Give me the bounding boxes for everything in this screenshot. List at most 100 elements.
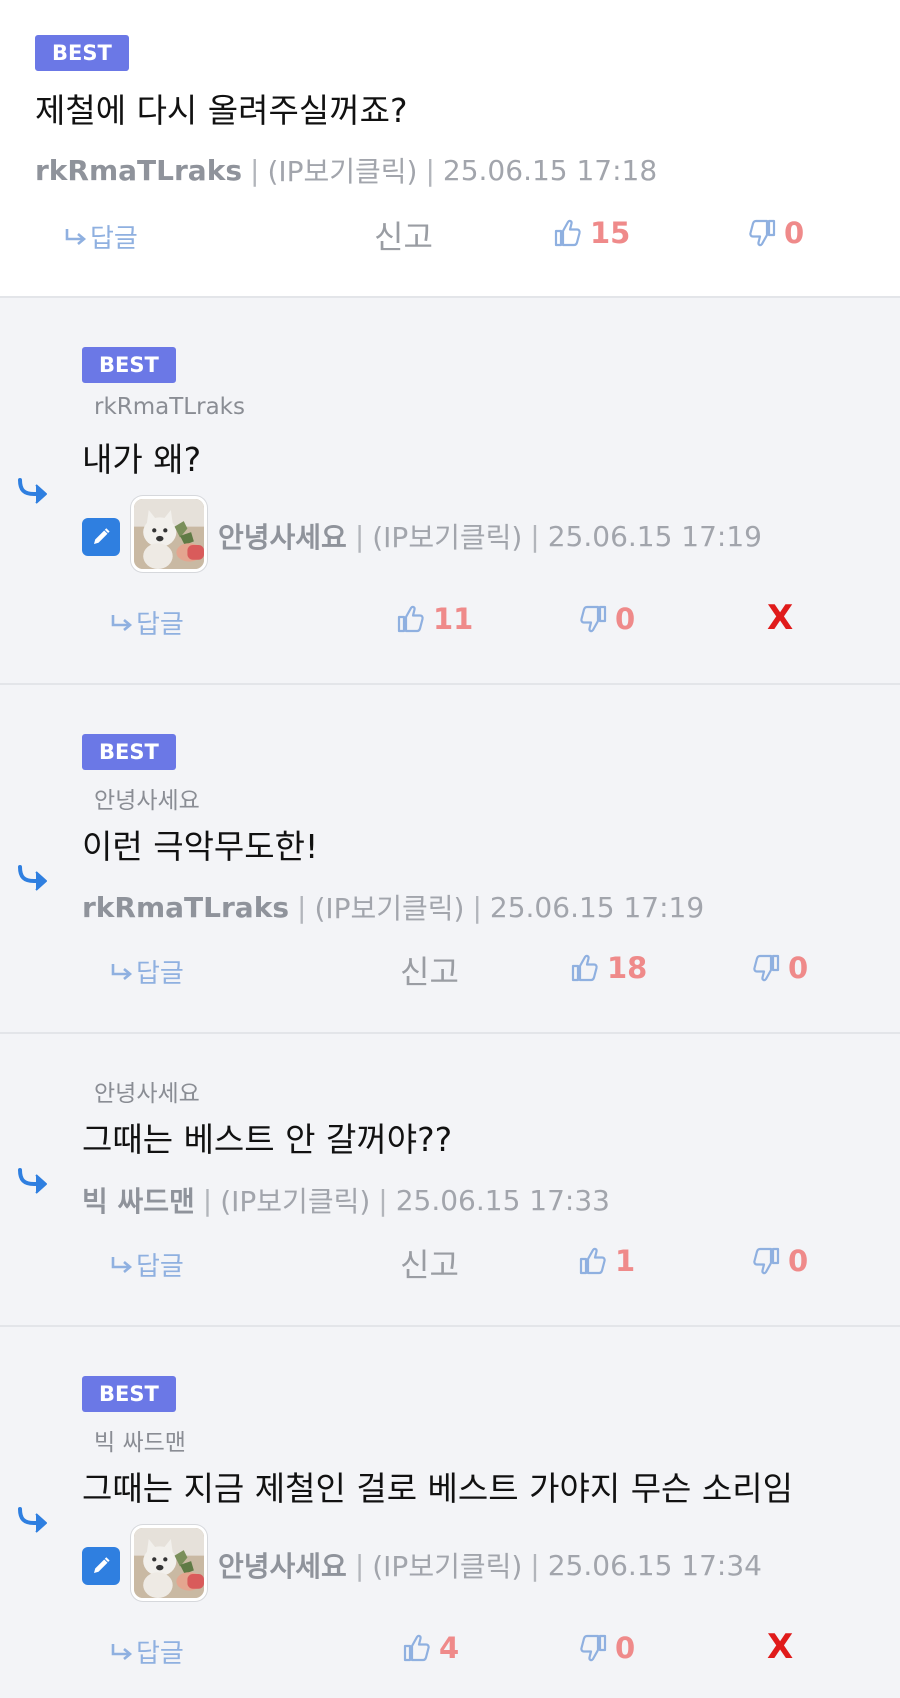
- comment-timestamp: 25.06.15 17:18: [442, 153, 658, 187]
- report-button[interactable]: 신고: [400, 947, 459, 993]
- downvote-count: 0: [615, 602, 636, 636]
- comment-meta: 안녕사세요 | (IP보기클릭) | 25.06.15 17:19: [218, 516, 762, 556]
- downvote-button[interactable]: 0: [750, 1244, 808, 1278]
- reply-indicator-icon: [16, 1166, 50, 1196]
- comment-author[interactable]: 안녕사세요: [218, 1545, 347, 1585]
- mention-target: 빅 싸드맨: [94, 1430, 186, 1456]
- reply-button-label: 답글: [136, 959, 184, 989]
- comment-meta: rkRmaTLraks | (IP보기클릭) | 25.06.15 17:19: [82, 887, 704, 927]
- mention-target: 안녕사세요: [94, 788, 200, 814]
- reply-button[interactable]: 답글: [64, 218, 138, 255]
- ip-view-link[interactable]: (IP보기클릭): [372, 1545, 522, 1585]
- comment-body: 내가 왜?: [82, 440, 202, 479]
- reply-button[interactable]: 답글: [110, 953, 184, 990]
- thumbs-down-icon: [746, 217, 778, 249]
- delete-button[interactable]: X: [767, 598, 793, 638]
- downvote-count: 0: [788, 951, 809, 985]
- reply-indicator-icon: [16, 1505, 50, 1535]
- cat-avatar[interactable]: [131, 1525, 207, 1601]
- reply-button[interactable]: 답글: [110, 604, 184, 641]
- meta-divider: |: [530, 1548, 540, 1582]
- mention-target: 안녕사세요: [94, 1081, 200, 1107]
- reply-arrow-icon: [64, 227, 88, 247]
- comment-meta: rkRmaTLraks | (IP보기클릭) | 25.06.15 17:18: [35, 150, 657, 190]
- reply-button[interactable]: 답글: [110, 1633, 184, 1670]
- thumbs-down-icon: [750, 952, 782, 984]
- comment-body: 그때는 베스트 안 갈꺼야??: [82, 1120, 453, 1159]
- comment-5: BEST 빅 싸드맨 그때는 지금 제철인 걸로 베스트 가야지 무슨 소리임 …: [0, 1327, 900, 1698]
- meta-divider: |: [297, 890, 307, 924]
- reply-indicator-icon: [16, 476, 50, 506]
- meta-divider: |: [250, 153, 260, 187]
- comment-timestamp: 25.06.15 17:33: [395, 1183, 610, 1217]
- meta-divider: |: [425, 153, 435, 187]
- cat-avatar[interactable]: [131, 496, 207, 572]
- meta-divider: |: [378, 1183, 388, 1217]
- meta-divider: |: [530, 519, 540, 553]
- upvote-button[interactable]: 18: [569, 951, 647, 985]
- comment-body: 이런 극악무도한!: [82, 827, 319, 866]
- mention-target: rkRmaTLraks: [94, 394, 245, 420]
- thumbs-up-icon: [577, 1245, 609, 1277]
- thumbs-down-icon: [577, 1632, 609, 1664]
- upvote-count: 4: [439, 1631, 460, 1665]
- comment-3: BEST 안녕사세요 이런 극악무도한! rkRmaTLraks | (IP보기…: [0, 685, 900, 1034]
- comment-1: BEST 제철에 다시 올려주실꺼죠? rkRmaTLraks | (IP보기클…: [0, 0, 900, 298]
- downvote-button[interactable]: 0: [750, 951, 808, 985]
- report-button[interactable]: 신고: [400, 1240, 459, 1286]
- downvote-button[interactable]: 0: [746, 216, 804, 250]
- reply-button[interactable]: 답글: [110, 1246, 184, 1283]
- thumbs-up-icon: [552, 217, 584, 249]
- comment-timestamp: 25.06.15 17:19: [547, 519, 762, 553]
- comment-timestamp: 25.06.15 17:19: [489, 890, 705, 924]
- best-badge: BEST: [82, 734, 176, 770]
- downvote-count: 0: [788, 1244, 809, 1278]
- downvote-button[interactable]: 0: [577, 1631, 635, 1665]
- upvote-button[interactable]: 15: [552, 216, 630, 250]
- comment-2: BEST rkRmaTLraks 내가 왜? 안녕사세요 | (IP보기클릭) …: [0, 298, 900, 685]
- delete-button[interactable]: X: [767, 1627, 793, 1667]
- best-badge: BEST: [35, 35, 129, 71]
- thumbs-up-icon: [569, 952, 601, 984]
- reply-button-label: 답글: [136, 610, 184, 640]
- report-button[interactable]: 신고: [374, 212, 433, 258]
- thumbs-up-icon: [401, 1632, 433, 1664]
- comment-body: 그때는 지금 제철인 걸로 베스트 가야지 무슨 소리임: [82, 1469, 793, 1508]
- thumbs-up-icon: [395, 603, 427, 635]
- upvote-button[interactable]: 1: [577, 1244, 635, 1278]
- comment-author[interactable]: 안녕사세요: [218, 516, 347, 556]
- upvote-button[interactable]: 4: [401, 1631, 459, 1665]
- thumbs-down-icon: [577, 603, 609, 635]
- reply-arrow-icon: [110, 1255, 134, 1275]
- reply-arrow-icon: [110, 613, 134, 633]
- thumbs-down-icon: [750, 1245, 782, 1277]
- downvote-button[interactable]: 0: [577, 602, 635, 636]
- reply-button-label: 답글: [136, 1639, 184, 1669]
- comment-meta: 안녕사세요 | (IP보기클릭) | 25.06.15 17:34: [218, 1545, 762, 1585]
- upvote-button[interactable]: 11: [395, 602, 473, 636]
- meta-divider: |: [354, 519, 365, 553]
- ip-view-link[interactable]: (IP보기클릭): [220, 1180, 370, 1220]
- comment-author[interactable]: rkRmaTLraks: [82, 891, 289, 924]
- reply-button-label: 답글: [90, 224, 138, 254]
- pencil-glyph: [89, 525, 113, 549]
- meta-divider: |: [472, 890, 482, 924]
- pencil-icon[interactable]: [82, 518, 120, 556]
- upvote-count: 18: [607, 951, 648, 985]
- comment-body: 제철에 다시 올려주실꺼죠?: [35, 91, 408, 130]
- meta-divider: |: [202, 1183, 213, 1217]
- comment-timestamp: 25.06.15 17:34: [547, 1548, 762, 1582]
- upvote-count: 15: [590, 216, 631, 250]
- ip-view-link[interactable]: (IP보기클릭): [267, 150, 417, 190]
- comment-4: 안녕사세요 그때는 베스트 안 갈꺼야?? 빅 싸드맨 | (IP보기클릭) |…: [0, 1034, 900, 1327]
- comment-meta: 빅 싸드맨 | (IP보기클릭) | 25.06.15 17:33: [82, 1180, 610, 1220]
- comment-author[interactable]: 빅 싸드맨: [82, 1180, 195, 1220]
- ip-view-link[interactable]: (IP보기클릭): [372, 516, 522, 556]
- best-badge: BEST: [82, 347, 176, 383]
- reply-indicator-icon: [16, 863, 50, 893]
- best-badge: BEST: [82, 1376, 176, 1412]
- pencil-icon[interactable]: [82, 1547, 120, 1585]
- ip-view-link[interactable]: (IP보기클릭): [314, 887, 464, 927]
- meta-divider: |: [354, 1548, 365, 1582]
- comment-author[interactable]: rkRmaTLraks: [35, 154, 242, 187]
